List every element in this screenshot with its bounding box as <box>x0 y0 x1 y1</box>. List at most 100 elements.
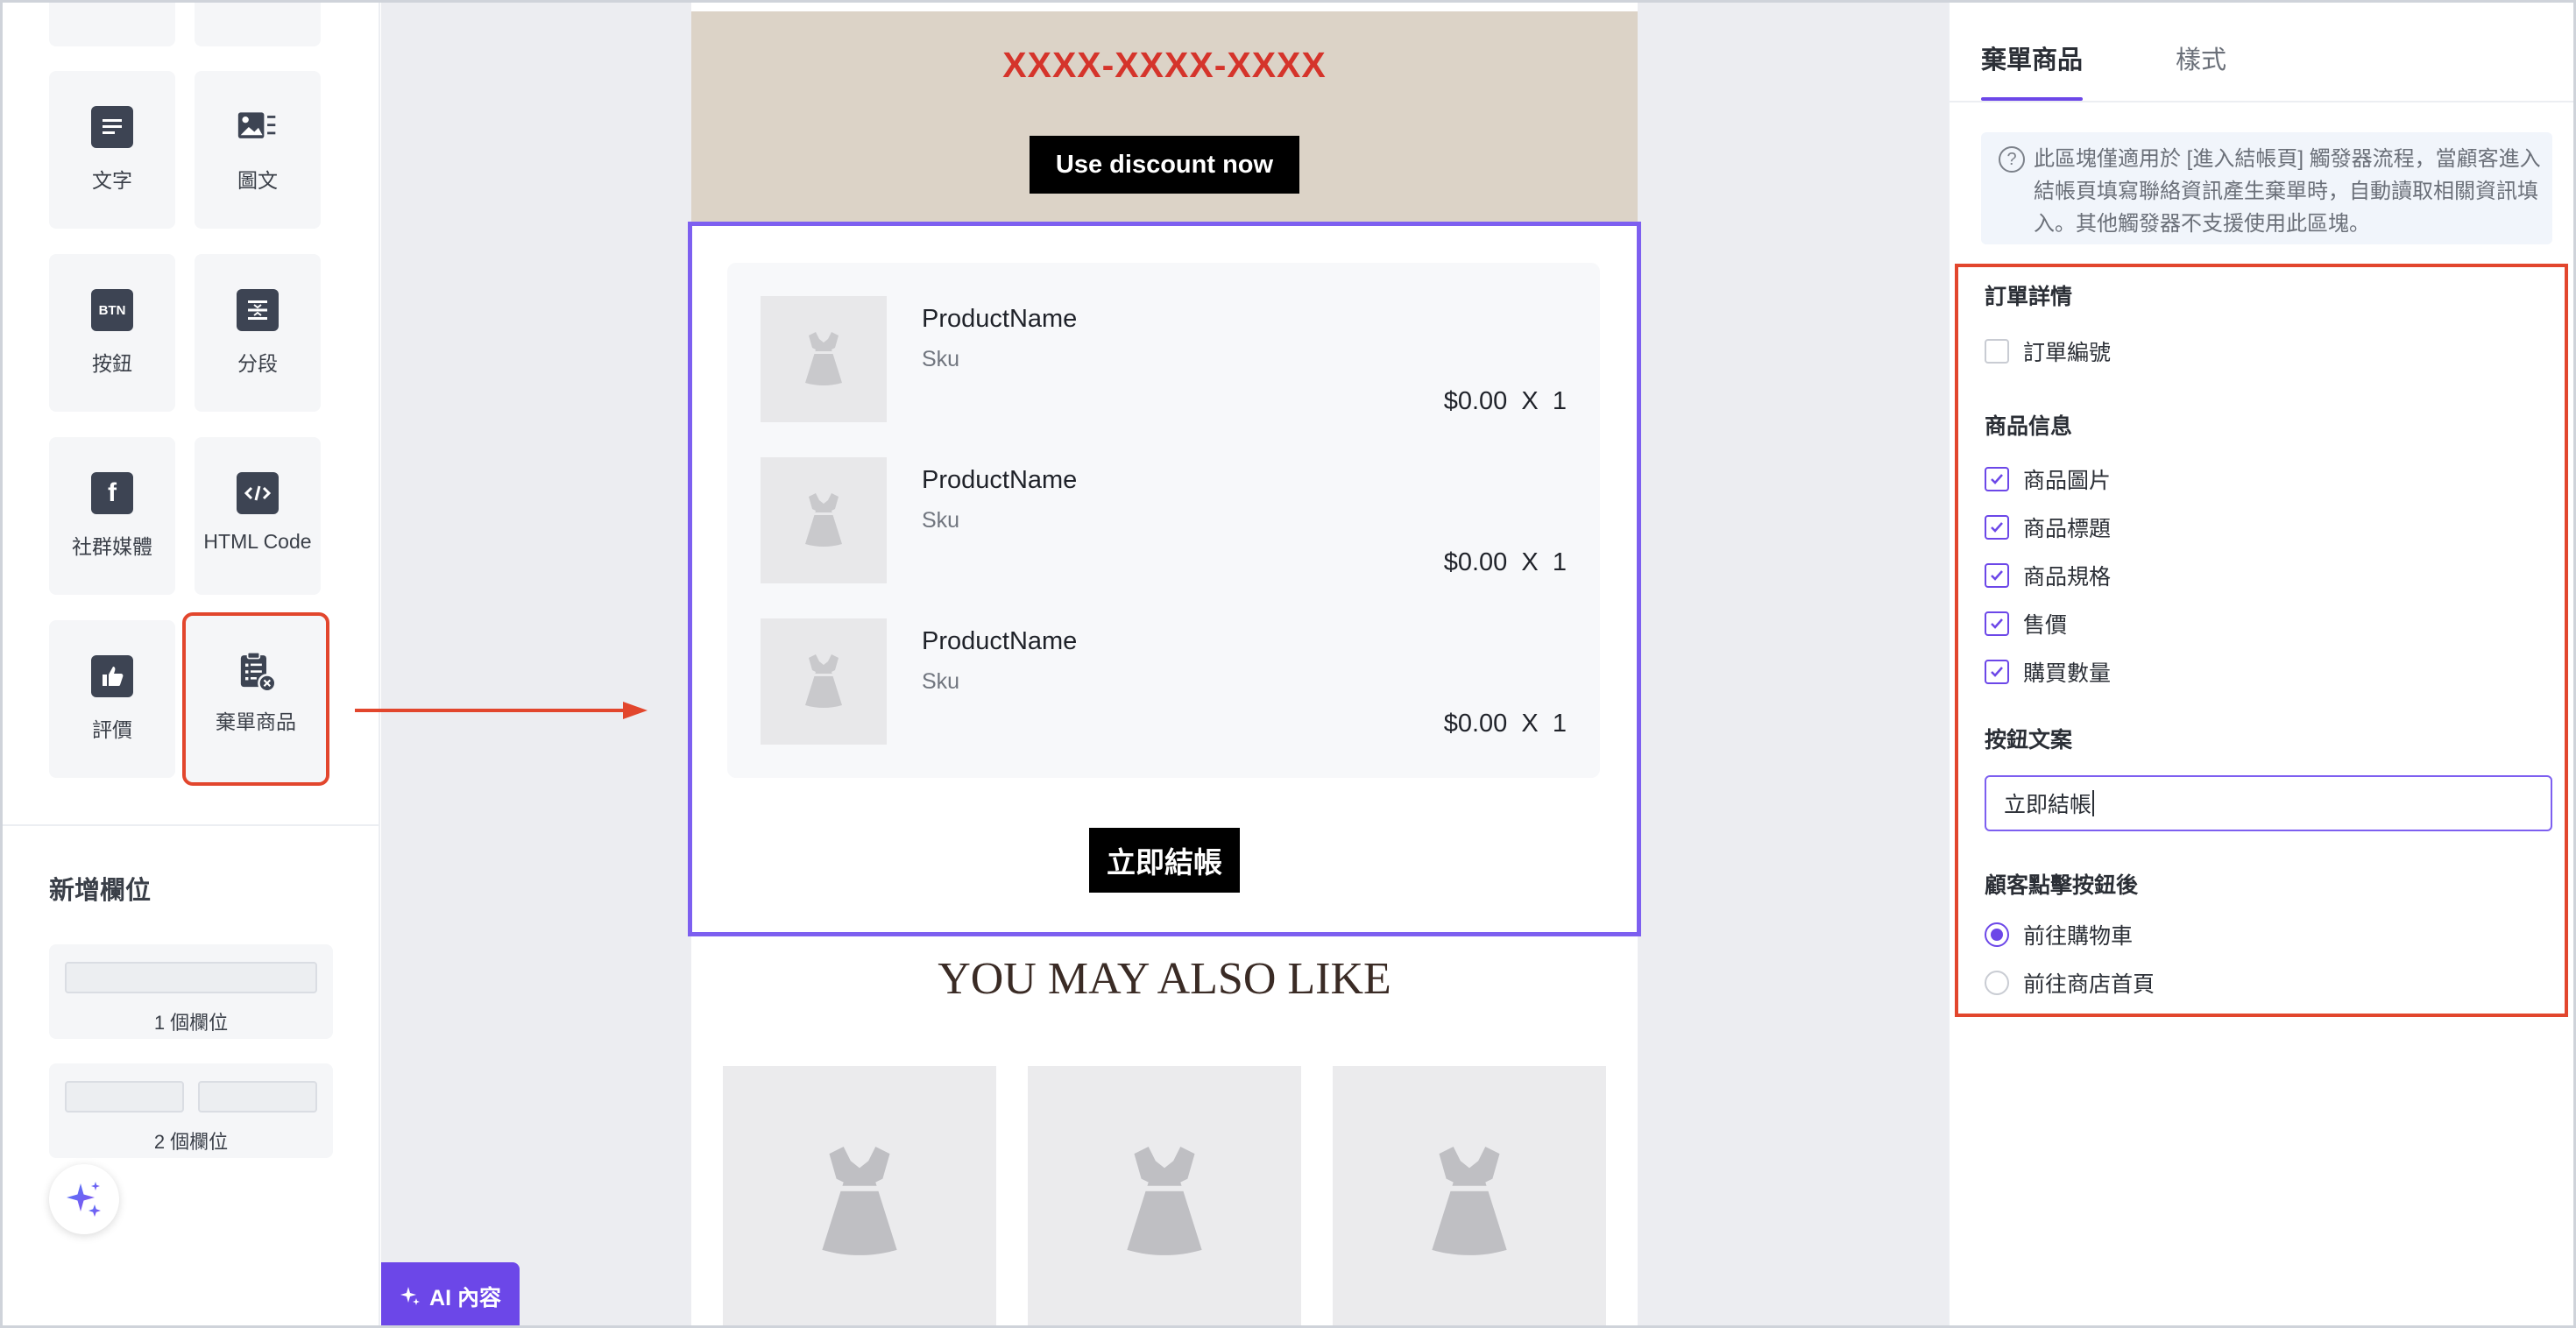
product-image-checkbox[interactable]: 商品圖片 <box>1985 463 2111 495</box>
block-social[interactable]: f 社群媒體 <box>49 437 175 595</box>
code-icon <box>237 472 279 514</box>
block-tile-partial[interactable] <box>195 3 321 46</box>
block-review[interactable]: 評價 <box>49 620 175 778</box>
facebook-icon: f <box>91 472 133 514</box>
column-option-label: 2 個欄位 <box>153 1131 229 1153</box>
column-option-label: 1 個欄位 <box>153 1012 229 1034</box>
order-number-checkbox[interactable]: 訂單編號 <box>1985 336 2111 367</box>
button-icon: BTN <box>91 289 133 331</box>
order-details-title: 訂單詳情 <box>1985 285 2073 309</box>
go-to-cart-radio[interactable]: 前往購物車 <box>1985 919 2133 950</box>
product-qty: X 1 <box>1521 548 1567 576</box>
product-name: ProductName <box>922 627 1078 655</box>
product-sku: Sku <box>922 669 960 694</box>
checkbox-checked[interactable] <box>1985 515 2009 540</box>
block-label: 評價 <box>92 718 132 741</box>
abandoned-cart-block[interactable]: ProductName Sku $0.00 X 1 ProductName Sk… <box>688 222 1641 936</box>
use-discount-button[interactable]: Use discount now <box>1030 136 1299 194</box>
ai-sparkle-button[interactable] <box>49 1164 119 1234</box>
checkbox-checked[interactable] <box>1985 660 2009 684</box>
product-name: ProductName <box>922 305 1078 333</box>
annotation-arrow <box>355 702 648 719</box>
one-column-option[interactable]: 1 個欄位 <box>49 944 333 1039</box>
column-preview <box>198 1081 317 1113</box>
tab-abandoned-cart[interactable]: 棄單商品 <box>1981 39 2083 76</box>
block-palette: 文字 圖文 BTN 按鈕 分段 f 社群媒體 HTML Code 評價 棄單商品… <box>3 3 380 1325</box>
dress-icon <box>1432 1147 1507 1255</box>
checkbox[interactable] <box>1985 339 2009 364</box>
block-abandoned-cart[interactable]: 棄單商品 <box>182 612 329 786</box>
promo-section[interactable]: XXXX-XXXX-XXXX Use discount now <box>691 11 1638 222</box>
cart-settings-group: 訂單詳情 訂單編號 商品信息 商品圖片 商品標題 商品規格 售價 購買數量 按鈕… <box>1955 264 2568 1017</box>
block-html-code[interactable]: HTML Code <box>195 437 321 595</box>
product-price-qty: $0.00 X 1 <box>1444 710 1567 738</box>
product-qty: X 1 <box>1521 387 1567 415</box>
product-sku: Sku <box>922 508 960 533</box>
checkbox-checked[interactable] <box>1985 563 2009 588</box>
block-label: 社群媒體 <box>72 535 152 558</box>
tab-divider <box>1950 101 2573 102</box>
radio-selected[interactable] <box>1985 922 2009 947</box>
product-name: ProductName <box>922 466 1078 494</box>
button-text-value: 立即結帳 <box>2004 793 2092 817</box>
checkbox-checked[interactable] <box>1985 611 2009 636</box>
settings-panel: 棄單商品 樣式 ? 此區塊僅適用於 [進入結帳頁] 觸發器流程，當顧客進入結帳頁… <box>1948 3 2573 1325</box>
checkout-button[interactable]: 立即結帳 <box>1089 828 1240 893</box>
button-text-input[interactable]: 立即結帳 <box>1985 775 2552 831</box>
dress-icon <box>822 1147 897 1255</box>
check-icon <box>1991 570 2003 581</box>
price-checkbox[interactable]: 售價 <box>1985 608 2067 639</box>
go-to-home-radio[interactable]: 前往商店首頁 <box>1985 967 2155 999</box>
product-title-checkbox[interactable]: 商品標題 <box>1985 512 2111 543</box>
new-columns-title: 新增欄位 <box>49 877 152 905</box>
product-price: $0.00 <box>1443 710 1508 738</box>
after-click-title: 顧客點擊按鈕後 <box>1985 873 2139 898</box>
sparkle-icon <box>67 1182 101 1217</box>
block-image-text[interactable]: 圖文 <box>195 71 321 229</box>
block-label: 分段 <box>237 352 278 375</box>
cart-item: ProductName Sku $0.00 X 1 <box>761 457 1567 583</box>
check-icon <box>1991 474 2003 484</box>
app-window: 文字 圖文 BTN 按鈕 分段 f 社群媒體 HTML Code 評價 棄單商品… <box>0 0 2576 1328</box>
info-notice: ? 此區塊僅適用於 [進入結帳頁] 觸發器流程，當顧客進入結帳頁填寫聯絡資訊產生… <box>1981 132 2552 244</box>
checkbox-checked[interactable] <box>1985 467 2009 491</box>
product-spec-checkbox[interactable]: 商品規格 <box>1985 560 2111 591</box>
dress-icon <box>805 332 842 385</box>
text-icon <box>91 106 133 148</box>
recommended-product[interactable] <box>1333 1066 1606 1325</box>
tab-style[interactable]: 樣式 <box>2176 39 2226 76</box>
ai-content-label: AI 內容 <box>429 1286 501 1310</box>
block-divider[interactable]: 分段 <box>195 254 321 412</box>
thumbs-up-icon <box>91 655 133 697</box>
quantity-checkbox[interactable]: 購買數量 <box>1985 656 2111 688</box>
cart-item: ProductName Sku $0.00 X 1 <box>761 296 1567 422</box>
checkbox-label: 商品規格 <box>2023 565 2112 590</box>
question-icon: ? <box>1999 146 2025 173</box>
product-qty: X 1 <box>1521 710 1567 738</box>
ai-content-button[interactable]: AI 內容 <box>381 1262 520 1325</box>
product-price: $0.00 <box>1443 548 1508 576</box>
checkbox-label: 訂單編號 <box>2023 341 2112 365</box>
cart-items-container: ProductName Sku $0.00 X 1 ProductName Sk… <box>727 263 1600 778</box>
product-image <box>761 457 887 583</box>
radio[interactable] <box>1985 971 2009 995</box>
recommend-title: YOU MAY ALSO LIKE <box>938 954 1391 1004</box>
checkbox-label: 購買數量 <box>2023 661 2112 686</box>
recommended-product[interactable] <box>723 1066 996 1325</box>
block-button[interactable]: BTN 按鈕 <box>49 254 175 412</box>
block-label: 按鈕 <box>92 352 132 375</box>
dress-icon <box>805 493 842 547</box>
active-tab-indicator <box>1981 97 2083 101</box>
two-column-option[interactable]: 2 個欄位 <box>49 1063 333 1158</box>
product-image <box>761 296 887 422</box>
recommended-product[interactable] <box>1028 1066 1301 1325</box>
check-icon <box>1991 618 2003 629</box>
checkbox-label: 商品標題 <box>2023 517 2112 541</box>
block-tile-partial[interactable] <box>49 3 175 46</box>
discount-code: XXXX-XXXX-XXXX <box>1002 45 1327 85</box>
checkbox-label: 商品圖片 <box>2023 469 2112 493</box>
notice-text: 此區塊僅適用於 [進入結帳頁] 觸發器流程，當顧客進入結帳頁填寫聯絡資訊產生棄單… <box>2034 147 2541 236</box>
product-price: $0.00 <box>1443 387 1508 415</box>
block-text[interactable]: 文字 <box>49 71 175 229</box>
divider-icon <box>237 289 279 331</box>
